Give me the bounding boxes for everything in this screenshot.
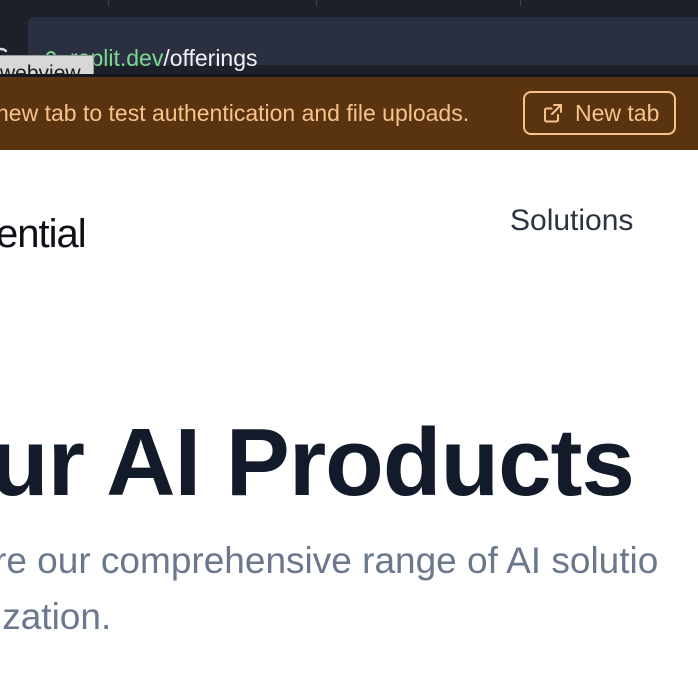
url-path: /offerings xyxy=(163,45,258,71)
banner-message: new tab to test authentication and file … xyxy=(0,100,470,126)
tab-strip xyxy=(0,0,698,17)
hero-subtitle-line1: re our comprehensive range of AI solutio xyxy=(0,540,659,581)
app-root: replit.dev/offerings webview new tab to … xyxy=(0,0,698,686)
tab-divider xyxy=(108,0,109,6)
site-logo[interactable]: ential xyxy=(0,212,87,257)
address-bar-row: replit.dev/offerings webview xyxy=(0,17,698,93)
notice-banner: new tab to test authentication and file … xyxy=(0,77,698,150)
nav-link-solutions[interactable]: Solutions xyxy=(510,204,633,238)
new-tab-button[interactable]: New tab xyxy=(523,91,676,135)
new-tab-label: New tab xyxy=(575,100,660,126)
hero-subtitle-line2: ization. xyxy=(0,596,112,637)
tab-divider xyxy=(520,0,521,6)
hero-title: ur AI Products xyxy=(0,409,635,516)
tab-divider xyxy=(316,0,317,6)
external-link-icon xyxy=(544,104,562,123)
